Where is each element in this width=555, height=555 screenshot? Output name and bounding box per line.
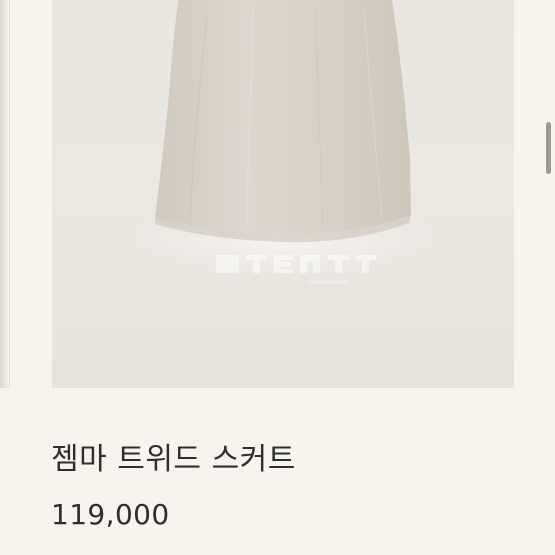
product-screen: 젬마 트위드 스커트 119,000 (0, 0, 555, 555)
product-price: 119,000 (51, 498, 170, 531)
product-info: 젬마 트위드 스커트 119,000 (51, 440, 491, 533)
vertical-scrollbar[interactable] (546, 122, 551, 174)
tweed-skirt-product-photo (52, 0, 514, 388)
previous-card-edge[interactable] (0, 0, 8, 388)
watermark-logo (216, 255, 376, 284)
product-name[interactable]: 젬마 트위드 스커트 (51, 440, 491, 480)
product-image-card[interactable] (52, 0, 514, 388)
previous-card-divider (9, 0, 10, 388)
